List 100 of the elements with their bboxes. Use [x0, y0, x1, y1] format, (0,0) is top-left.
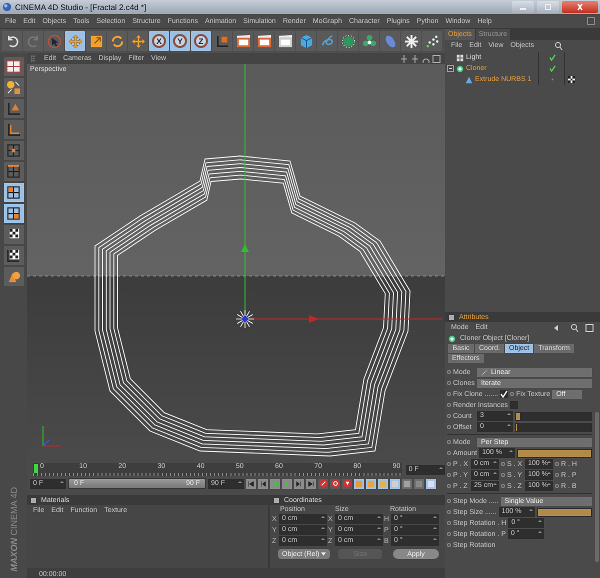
coordinate-system-button[interactable]	[212, 31, 232, 51]
caret-icon	[321, 552, 326, 556]
layout-switch-icon[interactable]	[587, 17, 595, 25]
environment-button[interactable]	[401, 31, 421, 51]
scale-tool-button[interactable]	[86, 31, 106, 51]
visibility-check-icon[interactable]	[549, 54, 556, 61]
play-icon	[283, 480, 291, 488]
axis-mode-button[interactable]	[4, 120, 24, 139]
rotate-tool-button[interactable]	[107, 31, 127, 51]
axis-lock-button[interactable]: X	[149, 31, 169, 51]
axis-mode-icon	[6, 122, 21, 137]
slider-track[interactable]	[515, 412, 592, 420]
pointer-icon	[46, 34, 62, 48]
rotate-key-button[interactable]	[378, 478, 388, 488]
view-navigation-icon[interactable]	[401, 54, 441, 62]
previous-key-button[interactable]	[258, 478, 268, 488]
go-to-start-button[interactable]	[246, 478, 256, 488]
ellipse-icon	[382, 34, 398, 48]
clapperboard-icon	[256, 34, 272, 48]
nurbs-button[interactable]	[338, 31, 358, 51]
render-button[interactable]	[254, 31, 274, 51]
scheme-key-button[interactable]	[426, 478, 436, 488]
pla-key-button[interactable]	[402, 478, 412, 488]
object-mode-icon	[6, 101, 21, 116]
texture-mode-button[interactable]	[4, 225, 24, 244]
close-button[interactable]	[562, 1, 598, 13]
cloner-icon	[456, 64, 464, 72]
grip-icon	[31, 55, 37, 62]
parameter-key-button[interactable]	[390, 478, 400, 488]
sphere-icon	[2, 2, 12, 12]
window-title: CINEMA 4D Studio - [Fractal 2.c4d *]	[15, 2, 146, 12]
plus-icon	[130, 34, 146, 48]
gem-icon	[340, 34, 356, 48]
edges-mode-icon	[6, 164, 21, 179]
axis-lock-button[interactable]: Y	[170, 31, 190, 51]
checker-tag-icon[interactable]	[568, 76, 575, 83]
scrollbar[interactable]	[595, 412, 599, 562]
uvw-mode-button[interactable]	[4, 204, 24, 223]
edges-mode-button[interactable]	[4, 162, 24, 181]
collapse-toggle-icon[interactable]	[447, 65, 454, 72]
render-settings-button[interactable]	[275, 31, 295, 51]
texture-axis-mode-button[interactable]	[4, 246, 24, 265]
brand-logo: MAXON CINEMA 4D	[8, 487, 18, 572]
play-backward-icon	[271, 480, 279, 488]
particles-button[interactable]	[422, 31, 442, 51]
points-mode-button[interactable]	[4, 141, 24, 160]
cloner-icon	[448, 334, 456, 342]
step-back-icon	[259, 480, 267, 488]
points-mode-icon	[6, 143, 21, 158]
undo-button[interactable]	[2, 31, 22, 51]
move-key-button[interactable]	[354, 478, 364, 488]
redo-icon	[26, 34, 40, 48]
skip-back-icon	[247, 480, 255, 488]
close-icon	[575, 3, 585, 11]
step-forward-icon	[295, 480, 303, 488]
object-pivot-icon	[236, 310, 254, 328]
clapperboard-icon	[236, 34, 250, 48]
spline-icon	[320, 34, 334, 48]
rotate-icon	[110, 34, 124, 48]
selection-tool-button[interactable]	[44, 31, 64, 51]
workplane-mode-button[interactable]	[4, 267, 24, 286]
polygons-mode-button[interactable]	[4, 183, 24, 202]
go-to-end-button[interactable]	[306, 478, 316, 488]
skip-forward-icon	[307, 480, 315, 488]
checkbox[interactable]	[500, 390, 508, 398]
axis-lock-button[interactable]: Z	[191, 31, 211, 51]
visibility-check-icon[interactable]	[549, 76, 556, 83]
next-key-button[interactable]	[294, 478, 304, 488]
checkbox[interactable]	[510, 401, 518, 409]
polygons-mode-icon	[6, 185, 21, 200]
scale-icon	[88, 34, 104, 48]
autokey-button[interactable]	[330, 478, 340, 488]
play-forward-button[interactable]	[282, 478, 292, 488]
model-mode-button[interactable]	[4, 78, 24, 97]
add-tool-button[interactable]	[128, 31, 148, 51]
maximize-icon	[543, 3, 553, 11]
light-icon	[456, 54, 464, 62]
record-button[interactable]	[318, 478, 328, 488]
navigation-icon[interactable]	[554, 324, 594, 332]
render-view-button[interactable]	[233, 31, 253, 51]
move-icon	[68, 34, 82, 48]
uvw-mode-icon	[6, 206, 21, 221]
move-tool-button[interactable]	[65, 31, 85, 51]
cube-icon	[298, 34, 314, 48]
layout-mode-button[interactable]	[4, 57, 24, 76]
model-mode-icon	[6, 80, 21, 95]
dots-icon	[424, 34, 440, 48]
slider-fill[interactable]	[516, 412, 520, 420]
axes-cube-icon	[214, 34, 230, 48]
slider-track[interactable]	[515, 422, 592, 432]
checker-axis-icon	[6, 248, 21, 263]
scale-key-button[interactable]	[366, 478, 376, 488]
burst-icon	[404, 34, 418, 48]
play-backward-button[interactable]	[270, 478, 280, 488]
cloner-button[interactable]	[359, 31, 379, 51]
object-mode-button[interactable]	[4, 99, 24, 118]
keyframe-selection-button[interactable]	[342, 478, 352, 488]
extrude-icon	[465, 76, 473, 84]
flower-icon	[362, 34, 376, 48]
visibility-check-icon[interactable]	[549, 65, 556, 72]
